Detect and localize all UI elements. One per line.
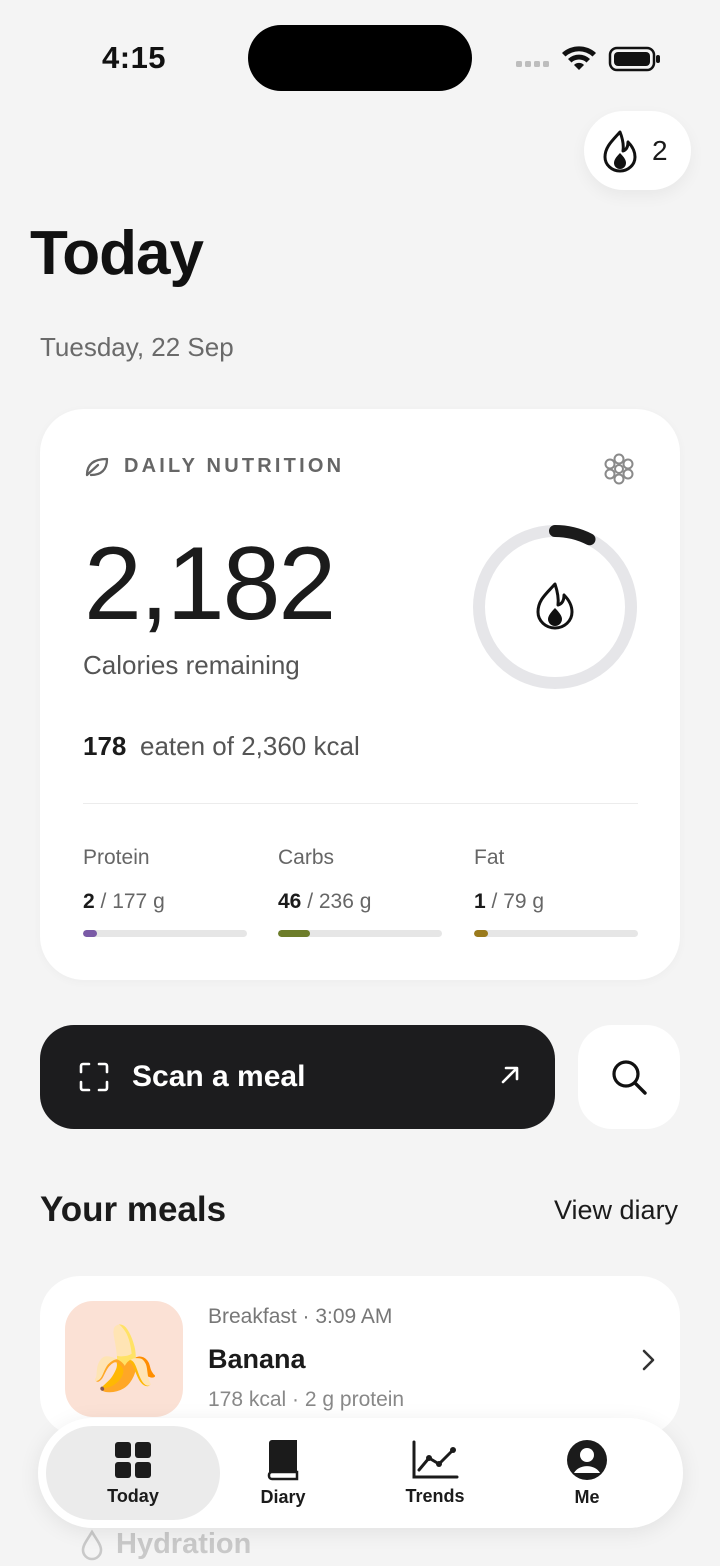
scan-meal-button[interactable]: Scan a meal bbox=[40, 1025, 555, 1129]
macro-name: Fat bbox=[474, 846, 505, 869]
flame-icon bbox=[603, 130, 637, 172]
tab-me[interactable]: Me bbox=[512, 1426, 662, 1520]
macro-name: Carbs bbox=[278, 846, 335, 869]
status-icons bbox=[516, 46, 660, 72]
macro-carbs: Carbs 46 / 236 g bbox=[278, 846, 442, 937]
flame-icon bbox=[536, 582, 574, 630]
calorie-progress-ring bbox=[473, 525, 637, 689]
tab-label: Today bbox=[107, 1485, 159, 1506]
macro-bar bbox=[278, 930, 442, 937]
water-drop-icon bbox=[81, 1529, 103, 1560]
meal-name: Banana bbox=[208, 1344, 306, 1374]
wifi-icon bbox=[562, 46, 596, 70]
tab-bar: Today Diary Trends Me bbox=[38, 1418, 683, 1528]
macro-current: 46 bbox=[278, 890, 302, 913]
tab-trends[interactable]: Trends bbox=[360, 1426, 510, 1520]
divider bbox=[83, 803, 638, 804]
macro-bar-fill bbox=[278, 930, 310, 937]
tab-label: Me bbox=[574, 1486, 600, 1507]
macro-protein: Protein 2 / 177 g bbox=[83, 846, 247, 937]
banana-icon: 🍌 bbox=[85, 1324, 163, 1394]
macro-current: 2 bbox=[83, 890, 95, 913]
macro-bar bbox=[83, 930, 247, 937]
calories-eaten: 178 bbox=[83, 731, 127, 761]
chevron-right-icon[interactable] bbox=[638, 1348, 658, 1372]
meal-thumbnail: 🍌 bbox=[65, 1301, 183, 1417]
scan-meal-label: Scan a meal bbox=[132, 1060, 306, 1093]
calories-remaining-value: 2,182 bbox=[84, 526, 336, 642]
macro-value: 2 / 177 g bbox=[83, 890, 247, 914]
macro-value: 1 / 79 g bbox=[474, 890, 638, 914]
macro-bar bbox=[474, 930, 638, 937]
calories-remaining-label: Calories remaining bbox=[83, 650, 300, 680]
page-date: Tuesday, 22 Sep bbox=[40, 332, 234, 362]
macro-target: / 236 g bbox=[307, 890, 372, 913]
search-button[interactable] bbox=[578, 1025, 680, 1129]
page-title: Today bbox=[30, 219, 204, 288]
battery-icon bbox=[608, 46, 660, 72]
hydration-label: Hydration bbox=[116, 1528, 252, 1560]
status-time: 4:15 bbox=[102, 40, 167, 75]
signal-icon bbox=[516, 61, 549, 67]
search-icon bbox=[612, 1060, 647, 1095]
leaf-icon bbox=[85, 457, 109, 477]
meal-meta: Breakfast · 3:09 AM bbox=[208, 1305, 393, 1328]
meal-summary: 178 kcal · 2 g protein bbox=[208, 1388, 405, 1411]
profile-icon bbox=[567, 1439, 607, 1480]
chart-icon bbox=[412, 1440, 459, 1478]
macro-name: Protein bbox=[83, 846, 150, 869]
macro-target: / 177 g bbox=[100, 890, 165, 913]
streak-button[interactable]: 2 bbox=[584, 111, 691, 190]
macro-fat: Fat 1 / 79 g bbox=[474, 846, 638, 937]
macro-value: 46 / 236 g bbox=[278, 890, 442, 914]
book-icon bbox=[267, 1439, 299, 1480]
macro-bar-fill bbox=[474, 930, 488, 937]
calories-eaten-label: eaten of 2,360 kcal bbox=[140, 731, 360, 761]
scan-icon bbox=[79, 1062, 109, 1092]
macro-bar-fill bbox=[83, 930, 97, 937]
grid-icon bbox=[115, 1441, 151, 1478]
tab-label: Trends bbox=[405, 1485, 465, 1506]
streak-count: 2 bbox=[652, 134, 668, 166]
tab-label: Diary bbox=[260, 1486, 306, 1507]
macro-target: / 79 g bbox=[491, 890, 545, 913]
tab-diary[interactable]: Diary bbox=[208, 1426, 358, 1520]
view-diary-link[interactable]: View diary bbox=[554, 1195, 678, 1226]
meals-section-title: Your meals bbox=[40, 1190, 227, 1229]
arrow-up-right-icon bbox=[501, 1066, 519, 1084]
card-heading: DAILY NUTRITION bbox=[124, 455, 345, 477]
tab-today[interactable]: Today bbox=[46, 1426, 220, 1520]
flower-icon[interactable] bbox=[602, 452, 636, 486]
dynamic-island bbox=[248, 25, 472, 91]
hydration-section: Hydration bbox=[80, 1528, 251, 1561]
macro-current: 1 bbox=[474, 890, 486, 913]
